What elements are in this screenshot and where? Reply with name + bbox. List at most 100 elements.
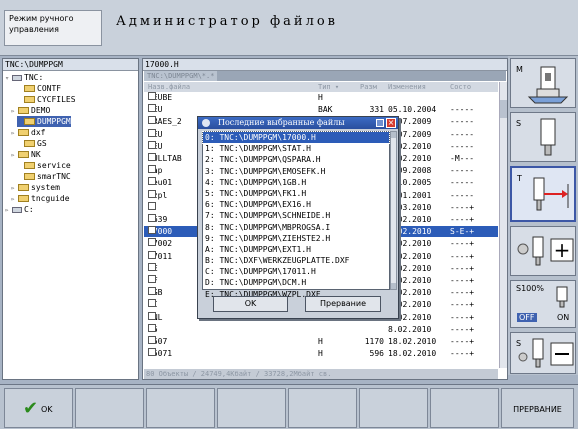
file-icon <box>148 238 156 247</box>
tree-item[interactable]: CYCFILES <box>17 94 76 105</box>
tree-item[interactable]: ▹ tncguide <box>11 193 70 204</box>
tree-item[interactable]: ▹ system <box>11 182 60 193</box>
maximize-icon[interactable] <box>376 119 384 127</box>
machine-m-icon <box>527 66 569 104</box>
off-toggle[interactable]: OFF <box>517 313 537 322</box>
recent-file-item[interactable]: 8: TNC:\DUMPPGM\MBPROGSA.I <box>203 222 389 233</box>
col-status[interactable]: Состо <box>450 82 471 92</box>
col-size[interactable]: Разм <box>360 82 377 92</box>
expand-icon[interactable]: ▿ <box>5 73 12 84</box>
on-toggle[interactable]: ON <box>557 313 569 322</box>
spindle-minus-key[interactable]: S <box>510 332 576 374</box>
softkey-6[interactable] <box>359 388 428 428</box>
file-row[interactable]: 3507 H 1170 18.02.2010 ----+ <box>144 336 498 347</box>
folder-icon <box>18 107 29 114</box>
recent-file-item[interactable]: 9: TNC:\DUMPPGM\ZIEHSTE2.H <box>203 233 389 244</box>
file-type: H <box>318 349 323 359</box>
file-status: ----+ <box>450 263 475 273</box>
file-date: 18.02.2010 <box>388 337 437 346</box>
file-status: ----- <box>450 166 475 176</box>
expand-icon[interactable]: ▹ <box>5 205 12 216</box>
file-row[interactable]: 158.02.2010----+ <box>144 323 498 335</box>
file-row[interactable]: NEUBAK33105.10.2004----- <box>144 104 498 115</box>
dialog-title-text: Последние выбранные файлы <box>218 118 345 127</box>
col-name[interactable]: Назв.файла <box>148 82 190 92</box>
recent-file-item[interactable]: D: TNC:\DUMPPGM\DCM.H <box>203 277 389 288</box>
tree-item[interactable]: CONTF <box>17 83 61 94</box>
folder-icon <box>24 162 35 169</box>
tree-item[interactable]: DUMPPGM <box>17 116 71 127</box>
t-tool-key[interactable]: T <box>510 166 576 222</box>
softkey-5[interactable] <box>288 388 357 428</box>
file-filter-tab[interactable]: TNC:\DUMPPGM\*.* <box>144 71 506 81</box>
file-date: 18.02.2010 <box>388 349 437 359</box>
recent-file-item[interactable]: 3: TNC:\DUMPPGM\EMOSEFK.H <box>203 166 389 177</box>
softkey-7[interactable] <box>430 388 499 428</box>
recent-file-item[interactable]: 2: TNC:\DUMPPGM\QSPARA.H <box>203 154 389 165</box>
dialog-title: Последние выбранные файлы × <box>198 117 398 129</box>
file-status: ----- <box>450 105 475 115</box>
drive-icon <box>12 74 22 81</box>
recent-file-item[interactable]: 0: TNC:\DUMPPGM\17000.H <box>202 130 390 145</box>
tree-item[interactable]: ▹ C: <box>5 204 34 215</box>
col-type[interactable]: Тип ▾ <box>318 82 339 92</box>
scroll-thumb[interactable] <box>500 100 507 118</box>
tree-item[interactable]: ▹ DEMO <box>11 105 50 116</box>
file-status-bar: 80 Объекты / 24749,4Кбайт / 33728,2Мбайт… <box>144 369 498 379</box>
recent-file-item[interactable]: 4: TNC:\DUMPPGM\1GB.H <box>203 177 389 188</box>
file-status: ----+ <box>450 337 475 346</box>
tree-item-label: TNC: <box>24 73 44 82</box>
file-icon <box>148 140 156 149</box>
filter-label: TNC:\DUMPPGM\*.* <box>144 71 218 81</box>
tree-item[interactable]: service <box>17 160 71 171</box>
file-list-scrollbar[interactable] <box>499 82 507 368</box>
ok-button[interactable]: OK <box>213 296 288 312</box>
file-date: 05.10.2004 <box>388 105 437 115</box>
cancel-softkey[interactable]: ПРЕРВАНИЕ <box>501 388 574 428</box>
tree-item-label: smarTNC <box>37 172 71 181</box>
file-status: ----+ <box>450 324 475 334</box>
app-title: Администратор файлов <box>116 14 338 29</box>
file-icon <box>148 153 156 161</box>
tree-item[interactable]: ▹ dxf <box>11 127 45 138</box>
file-icon <box>148 226 156 235</box>
tree-item-label: dxf <box>31 128 46 137</box>
close-icon[interactable]: × <box>386 118 396 128</box>
s-spindle-key[interactable]: S <box>510 112 576 162</box>
tree-item[interactable]: ▿ TNC: <box>5 72 43 83</box>
recent-file-item[interactable]: 1: TNC:\DUMPPGM\STAT.H <box>203 143 389 154</box>
recent-file-item[interactable]: B: TNC:\DXF\WERKZEUGPLATTE.DXF <box>203 255 389 266</box>
tree-item-label: CYCFILES <box>37 95 76 104</box>
softkey-4[interactable] <box>217 388 286 428</box>
spindle-override-key[interactable]: S100% OFF ON <box>510 280 576 328</box>
tree-item[interactable]: GS <box>17 138 47 149</box>
dialog-scrollbar[interactable] <box>390 131 397 290</box>
file-icon <box>148 311 156 320</box>
recent-file-item[interactable]: A: TNC:\DUMPPGM\EXT1.H <box>203 244 389 255</box>
recent-file-item[interactable]: C: TNC:\DUMPPGM\17011.H <box>203 266 389 277</box>
folder-icon <box>24 96 35 103</box>
softkey-3[interactable] <box>146 388 215 428</box>
spindle-plus-key[interactable]: + <box>510 226 576 276</box>
folder-icon <box>24 173 35 180</box>
tree-item[interactable]: ▹ NK <box>11 149 41 160</box>
file-row[interactable]: NEUBE H <box>144 92 498 103</box>
file-type: BAK <box>318 105 333 115</box>
ok-softkey[interactable]: ✔ OK <box>4 388 73 428</box>
col-date[interactable]: Изменения <box>388 82 426 92</box>
softkey-2[interactable] <box>75 388 144 428</box>
recent-file-item[interactable]: 6: TNC:\DUMPPGM\EX16.H <box>203 199 389 210</box>
folder-icon <box>18 184 29 191</box>
recent-file-item[interactable]: 7: TNC:\DUMPPGM\SCHNEIDE.H <box>203 210 389 221</box>
file-icon <box>148 299 156 308</box>
file-icon <box>148 177 156 186</box>
tree-item[interactable]: smarTNC <box>17 171 71 182</box>
file-status: ----+ <box>450 239 475 249</box>
m-function-key[interactable]: M <box>510 58 576 108</box>
cancel-button[interactable]: Прервание <box>305 296 381 312</box>
softkey-sidebar: M S T + S100% OFF ON S <box>508 56 578 375</box>
file-date: 8.02.2010 <box>388 324 432 334</box>
recent-file-item[interactable]: 5: TNC:\DUMPPGM\FK1.H <box>203 188 389 199</box>
tree-item-label: C: <box>24 205 34 214</box>
file-row[interactable]: 35071 H 596 18.02.2010 ----+ <box>144 348 498 359</box>
